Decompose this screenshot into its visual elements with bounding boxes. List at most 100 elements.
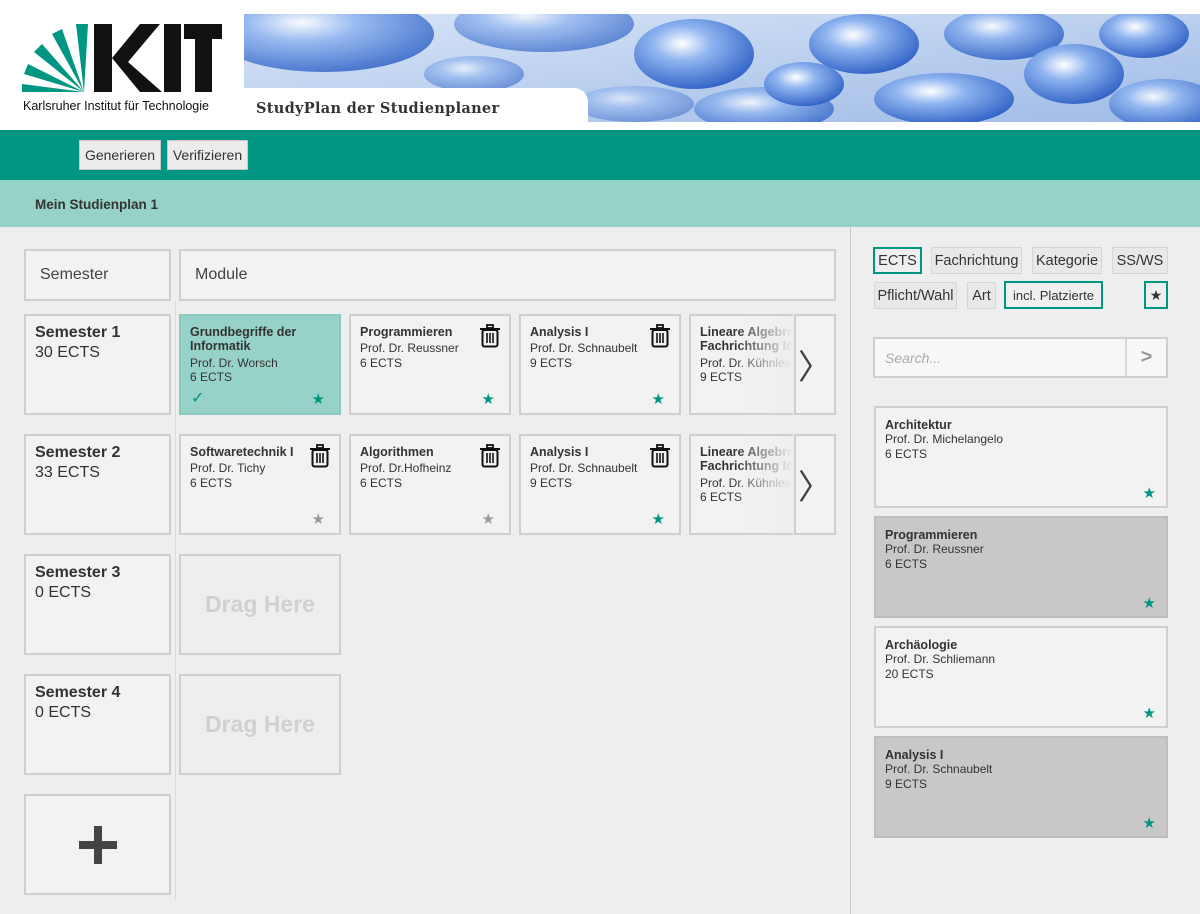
semester-ects: 0 ECTS [35,704,92,721]
column-divider [175,300,176,900]
module-ects: 9 ECTS [530,356,573,370]
logo-subtitle: Karlsruher Institut für Technologie [23,99,209,113]
module-ects: 6 ECTS [190,476,233,490]
plan-title[interactable]: Mein Studienplan 1 [35,197,158,212]
star-icon[interactable]: ★ [312,392,325,407]
trash-icon[interactable] [309,444,331,468]
catalog-module-card[interactable]: Analysis I Prof. Dr. Schnaubelt 9 ECTS ★ [874,736,1168,838]
module-professor: Prof. Dr. Worsch [190,356,278,370]
star-icon[interactable]: ★ [652,392,665,407]
module-card-partial[interactable]: Lineare Algebra Fachrichtung In Prof. Dr… [689,314,793,415]
star-icon[interactable]: ★ [1143,814,1156,832]
scroll-right-button[interactable]: 〉 [794,434,836,535]
semester-ects: 33 ECTS [35,464,100,481]
star-icon[interactable]: ★ [1143,484,1156,502]
app-title: StudyPlan der Studienplaner [256,100,500,117]
trash-icon[interactable] [479,444,501,468]
catalog-module-card[interactable]: Architektur Prof. Dr. Michelangelo 6 ECT… [874,406,1168,508]
semester-ects: 30 ECTS [35,344,100,361]
module-ects: 9 ECTS [530,476,573,490]
module-title: Grundbegriffe der Informatik [190,325,297,353]
semester-4-cell[interactable]: Semester 4 0 ECTS [24,674,171,775]
star-icon[interactable]: ★ [482,392,495,407]
module-title: Analysis I [885,748,944,762]
scroll-right-button[interactable]: 〉 [794,314,836,415]
module-professor: Prof. Dr.Hofheinz [360,461,452,475]
module-ects: 6 ECTS [360,476,403,490]
verify-button[interactable]: Verifizieren [167,140,248,170]
plan-bar: Mein Studienplan 1 [0,180,1200,227]
module-title: Analysis I [530,325,589,339]
module-professor: Prof. Dr. Tichy [190,461,266,475]
trash-icon[interactable] [479,324,501,348]
semester-title: Semester 3 [35,564,121,581]
module-ects: 6 ECTS [885,447,928,461]
semester-column-header: Semester [24,249,171,301]
filter-kategorie[interactable]: Kategorie [1032,247,1102,274]
semester-title: Semester 1 [35,324,121,341]
search-input[interactable] [875,339,1125,376]
semester-title: Semester 4 [35,684,121,701]
filter-favorites-star-icon[interactable]: ★ [1144,281,1168,309]
catalog-module-card[interactable]: Programmieren Prof. Dr. Reussner 6 ECTS … [874,516,1168,618]
filter-ects[interactable]: ECTS [873,247,922,274]
module-title: Programmieren [360,325,453,339]
star-icon[interactable]: ★ [312,512,325,527]
star-icon[interactable]: ★ [482,512,495,527]
drop-zone[interactable]: Drag Here [179,554,341,655]
star-icon[interactable]: ★ [1143,704,1156,722]
module-column-header: Module [179,249,836,301]
kit-logo-icon [22,24,222,92]
filter-pflicht-wahl[interactable]: Pflicht/Wahl [874,282,957,309]
module-professor: Prof. Dr. Reussner [360,341,459,355]
filter-ss-ws[interactable]: SS/WS [1112,247,1168,274]
module-professor: Prof. Dr. Schnaubelt [885,762,993,776]
overflow-fade [733,436,793,533]
module-card-partial[interactable]: Lineare Algebra Fachrichtung In Prof. Dr… [689,434,793,535]
module-ects: 6 ECTS [190,370,233,384]
plus-icon [78,825,117,864]
module-title: Analysis I [530,445,589,459]
catalog-module-card[interactable]: Archäologie Prof. Dr. Schliemann 20 ECTS… [874,626,1168,728]
module-title: Softwaretechnik I [190,445,294,459]
header: Karlsruher Institut für Technologie Stud… [0,0,1200,130]
module-professor: Prof. Dr. Schliemann [885,652,996,666]
semester-3-cell[interactable]: Semester 3 0 ECTS [24,554,171,655]
module-ects: 6 ECTS [360,356,403,370]
module-ects: 20 ECTS [885,667,934,681]
module-ects: 9 ECTS [885,777,928,791]
module-card[interactable]: Analysis I Prof. Dr. Schnaubelt 9 ECTS ★ [519,314,681,415]
toolbar: Generieren Verifizieren [0,130,1200,180]
generate-button[interactable]: Generieren [79,140,161,170]
semester-ects: 0 ECTS [35,584,92,601]
overflow-fade [733,316,793,413]
module-title: Programmieren [885,528,978,542]
semester-2-cell[interactable]: Semester 2 33 ECTS [24,434,171,535]
module-title: Architektur [885,418,952,432]
module-card[interactable]: Algorithmen Prof. Dr.Hofheinz 6 ECTS ★ [349,434,511,535]
star-icon[interactable]: ★ [652,512,665,527]
filter-fachrichtung[interactable]: Fachrichtung [931,247,1022,274]
module-title: Algorithmen [360,445,434,459]
module-card[interactable]: Grundbegriffe der Informatik Prof. Dr. W… [179,314,341,415]
module-professor: Prof. Dr. Schnaubelt [530,341,638,355]
module-card[interactable]: Analysis I Prof. Dr. Schnaubelt 9 ECTS ★ [519,434,681,535]
trash-icon[interactable] [649,324,671,348]
search-submit-button[interactable]: > [1125,339,1166,376]
trash-icon[interactable] [649,444,671,468]
semester-1-cell[interactable]: Semester 1 30 ECTS [24,314,171,415]
filter-art[interactable]: Art [967,282,996,309]
check-icon: ✓ [191,390,205,407]
module-card[interactable]: Softwaretechnik I Prof. Dr. Tichy 6 ECTS… [179,434,341,535]
module-ects: 6 ECTS [885,557,928,571]
module-professor: Prof. Dr. Schnaubelt [530,461,638,475]
search-box: > [873,337,1168,378]
star-icon[interactable]: ★ [1143,594,1156,612]
add-semester-button[interactable] [24,794,171,895]
drop-zone[interactable]: Drag Here [179,674,341,775]
semester-title: Semester 2 [35,444,121,461]
filter-incl-platzierte[interactable]: incl. Platzierte [1004,281,1103,309]
module-title: Archäologie [885,638,958,652]
module-professor: Prof. Dr. Reussner [885,542,984,556]
module-card[interactable]: Programmieren Prof. Dr. Reussner 6 ECTS … [349,314,511,415]
